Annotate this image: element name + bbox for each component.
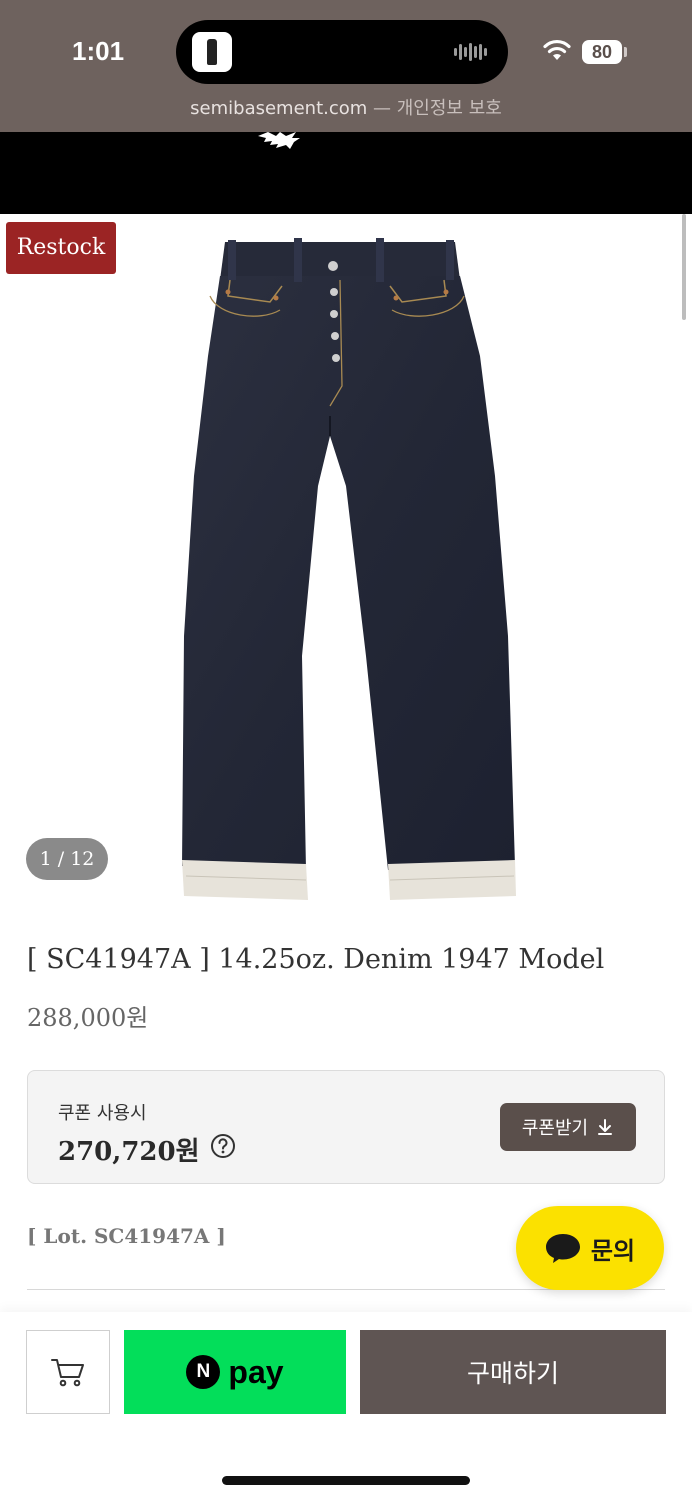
product-image: [182, 238, 516, 900]
status-time: 1:01: [72, 36, 125, 66]
coupon-button-label: 쿠폰받기: [521, 1118, 589, 1139]
npay-button[interactable]: N pay: [124, 1330, 346, 1414]
coupon-download-button[interactable]: 쿠폰받기: [500, 1103, 636, 1151]
inquiry-button[interactable]: 문의: [516, 1206, 664, 1290]
restock-badge: Restock: [6, 222, 116, 274]
image-counter: 1 / 12: [26, 838, 108, 880]
coupon-label: 쿠폰 사용시: [58, 1103, 147, 1124]
url-domain: semibasement.com: [190, 98, 368, 119]
help-circle-icon[interactable]: [210, 1133, 236, 1159]
chat-bubble-icon: [545, 1234, 580, 1263]
inquiry-label: 문의: [590, 1236, 636, 1265]
site-logo[interactable]: [256, 132, 304, 152]
wifi-icon: [543, 39, 571, 60]
url-privacy-label: 개인정보 보호: [396, 98, 502, 119]
coupon-price: 270,720원: [58, 1137, 200, 1167]
site-header: [0, 132, 692, 214]
scrollbar[interactable]: [682, 214, 686, 320]
audio-wave-icon: [454, 43, 487, 61]
product-price: 288,000원: [27, 1004, 149, 1032]
bottom-action-bar: N pay 구매하기: [0, 1312, 692, 1500]
npay-label: pay: [228, 1353, 284, 1390]
product-title: [ SC41947A ] 14.25oz. Denim 1947 Model: [27, 944, 605, 975]
cart-icon: [51, 1359, 84, 1387]
download-icon: [598, 1119, 613, 1135]
cart-button[interactable]: [26, 1330, 110, 1414]
address-bar[interactable]: semibasement.com — 개인정보 보호: [0, 94, 692, 120]
battery-nub: [624, 47, 627, 57]
npay-logo-icon: N: [186, 1355, 221, 1389]
buy-button-label: 구매하기: [466, 1359, 559, 1388]
lot-number: [ Lot. SC41947A ]: [27, 1224, 226, 1248]
lipstick-app-icon: [192, 32, 232, 72]
buy-button[interactable]: 구매하기: [360, 1330, 666, 1414]
url-separator: —: [367, 98, 397, 119]
dynamic-island[interactable]: [176, 20, 508, 84]
coupon-box: 쿠폰 사용시 270,720원 쿠폰받기: [27, 1070, 665, 1184]
product-gallery[interactable]: Restock 1 / 12: [0, 214, 692, 914]
home-indicator[interactable]: [222, 1476, 470, 1485]
status-bar: 1:01 80 semibasement.com — 개인정보 보호: [0, 0, 692, 132]
battery-indicator: 80: [582, 40, 622, 64]
